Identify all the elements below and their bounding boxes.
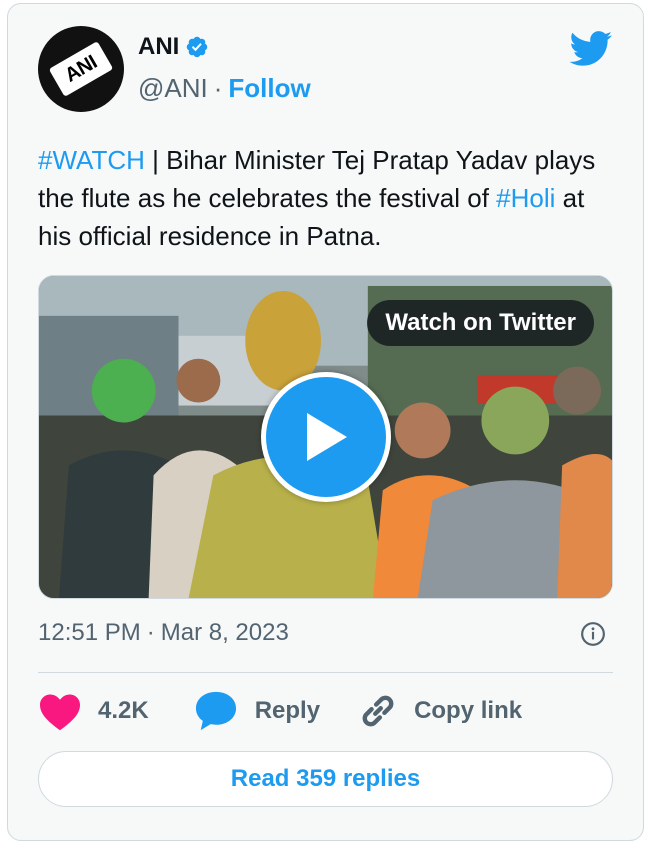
author-handle-row: @ANI · Follow [138,73,311,104]
read-replies-button[interactable]: Read 359 replies [38,751,613,807]
avatar-logo: ANI [48,41,114,97]
watch-on-twitter-button[interactable]: Watch on Twitter [367,300,594,346]
play-icon [307,413,347,461]
tweet-text: #WATCH | Bihar Minister Tej Pratap Yadav… [38,141,608,255]
info-icon[interactable] [580,621,606,647]
action-bar: 4.2K Reply Copy link [38,688,522,734]
video-player[interactable]: Watch on Twitter [38,275,613,599]
twitter-bird-icon[interactable] [569,31,613,67]
reply-button[interactable]: Reply [193,690,320,732]
timestamp-separator: · [146,619,155,646]
avatar-logo-text: ANI [60,50,101,87]
tweet-time: 12:51 PM [38,619,141,646]
like-button[interactable]: 4.2K [38,691,149,731]
copy-link-button[interactable]: Copy link [356,689,522,733]
hashtag-holi[interactable]: #Holi [496,183,555,213]
like-count: 4.2K [98,697,149,724]
speech-bubble-icon [195,691,236,731]
tweet-timestamp[interactable]: 12:51 PM · Mar 8, 2023 [38,619,289,647]
follow-button[interactable]: Follow [228,73,310,104]
heart-icon [40,694,80,731]
author-name[interactable]: ANI [138,33,179,61]
divider [38,672,613,673]
separator-dot: · [213,73,223,103]
hashtag-watch[interactable]: #WATCH [38,145,145,175]
tweet-date: Mar 8, 2023 [160,619,289,646]
link-icon [362,695,394,727]
author-handle[interactable]: @ANI [138,73,208,104]
play-button[interactable] [261,372,391,502]
author-name-row[interactable]: ANI [138,33,209,61]
avatar[interactable]: ANI [38,26,124,112]
verified-badge-icon [187,36,208,58]
reply-label: Reply [254,697,321,724]
copy-link-label: Copy link [414,697,523,724]
